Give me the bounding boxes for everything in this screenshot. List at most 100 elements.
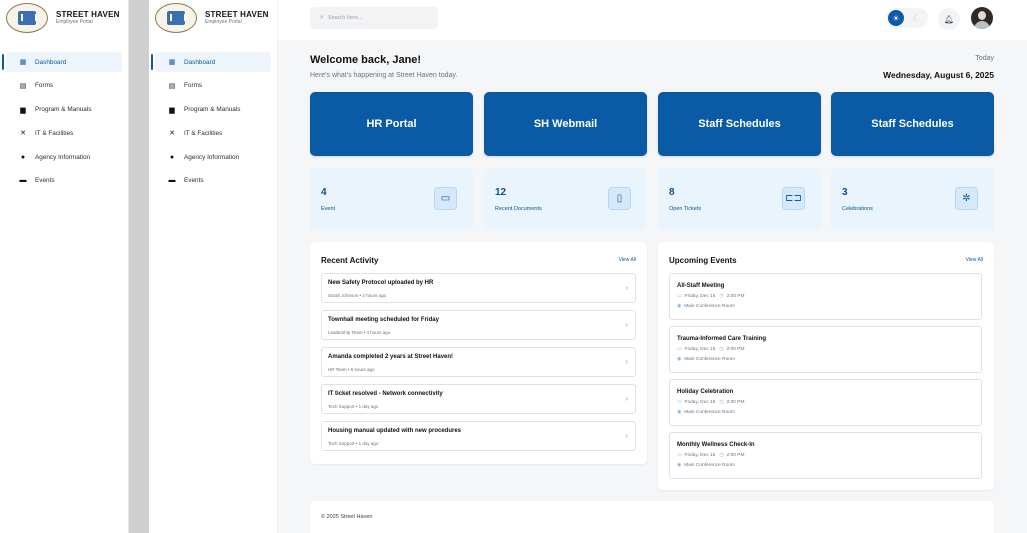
chevron-right-icon: › (625, 357, 628, 366)
stat-card-events[interactable]: 4 Event ▭ (310, 168, 473, 231)
sidebar-item-label: IT & Facilities (184, 129, 223, 137)
welcome-title: Welcome back, Jane! (310, 54, 422, 66)
street-haven-logo (6, 3, 48, 33)
event-title: All-Staff Meeting (677, 283, 725, 289)
document-icon: ▯ (608, 187, 631, 210)
activity-item[interactable]: IT ticket resolved - Network connectivit… (321, 384, 636, 414)
sidebar-item-forms[interactable]: ▤ Forms (6, 76, 122, 96)
brand-subtitle: Employee Portal (56, 19, 93, 26)
chevron-right-icon: › (625, 320, 628, 329)
clock-icon: ◷ (719, 453, 724, 458)
activity-item[interactable]: New Safety Protocol uploaded by HR Sarah… (321, 273, 636, 303)
activity-title: Housing manual updated with new procedur… (328, 428, 462, 434)
chevron-right-icon: › (625, 394, 628, 403)
event-location-row: ◉ Main Conference Room (677, 304, 735, 309)
brand-subtitle: Employee Portal (205, 19, 242, 26)
sidebar-item-dashboard[interactable]: ▦ Dashboard (2, 52, 122, 72)
sidebar-item-agency-information[interactable]: ● Agency Information (6, 147, 122, 167)
sidebar-item-dashboard[interactable]: ▦ Dashboard (151, 52, 271, 72)
activity-meta: Leadership Team • 4 hours ago (328, 330, 391, 335)
quick-link-hr-portal[interactable]: HR Portal (310, 92, 473, 156)
chevron-right-icon: › (625, 283, 628, 292)
info-icon: ● (169, 153, 175, 161)
user-avatar[interactable] (971, 7, 993, 29)
event-title: Monthly Wellness Check-In (677, 442, 755, 448)
info-icon: ● (20, 153, 26, 161)
sidebar-item-label: Program & Manuals (35, 106, 92, 114)
upcoming-events-view-all-link[interactable]: View All (966, 257, 983, 263)
search-icon: ⌕ (320, 14, 324, 21)
dashboard-main: Welcome back, Jane! Here's what's happen… (278, 40, 1027, 533)
event-date: Friday, Dec 15 (684, 294, 716, 299)
sidebar-item-program-manuals[interactable]: ▆ Program & Manuals (6, 100, 122, 120)
activity-item[interactable]: Housing manual updated with new procedur… (321, 421, 636, 451)
sidebar-item-label: Agency Information (35, 153, 91, 161)
stat-card-celebrations[interactable]: 3 Celebrations ✲ (831, 168, 994, 231)
clock-icon: ◷ (719, 294, 724, 299)
event-location: Main Conference Room (684, 304, 735, 309)
stat-label: Celebrations (842, 206, 873, 212)
stat-card-tickets[interactable]: 8 Open Tickets ⊏⊐ (658, 168, 821, 231)
activity-meta: Tech Support • 1 day ago (328, 404, 379, 409)
top-bar: ⌕ Search here... ☀ ☾ 🔔︎ (278, 0, 1027, 40)
moon-icon[interactable]: ☾ (909, 11, 923, 25)
event-time: 2:00 PM (726, 294, 745, 299)
event-location: Main Conference Room (684, 357, 735, 362)
stat-value: 8 (669, 187, 675, 198)
activity-meta: Tech Support • 1 day ago (328, 441, 379, 446)
sun-icon[interactable]: ☀ (888, 10, 904, 26)
activity-title: Amanda completed 2 years at Street Haven… (328, 354, 454, 360)
calendar-icon: ▬ (168, 177, 176, 185)
sidebar-item-agency-information[interactable]: ● Agency Information (155, 147, 271, 167)
sidebar-item-label: Dashboard (184, 58, 216, 66)
calendar-icon: ▬ (19, 177, 27, 185)
sidebar-item-events[interactable]: ▬ Events (6, 171, 122, 191)
sidebar-item-label: Agency Information (184, 153, 240, 161)
tools-icon: ✕ (169, 130, 175, 138)
brand[interactable]: STREET HAVEN Employee Portal (0, 0, 128, 36)
quick-link-sh-webmail[interactable]: SH Webmail (484, 92, 647, 156)
search-input[interactable]: ⌕ Search here... (310, 7, 438, 29)
event-item[interactable]: All-Staff Meeting ▭ Friday, Dec 15 ◷ 2:00 … (669, 273, 982, 320)
clock-icon: ◷ (719, 400, 724, 405)
location-pin-icon: ◉ (677, 304, 682, 309)
recent-activity-title: Recent Activity (321, 256, 379, 265)
quick-link-staff-schedules-2[interactable]: Staff Schedules (831, 92, 994, 156)
sidebar-item-program-manuals[interactable]: ▆ Program & Manuals (155, 100, 271, 120)
sidebar-item-forms[interactable]: ▤ Forms (155, 76, 271, 96)
sidebar-item-it-facilities[interactable]: ✕ IT & Facilities (155, 123, 271, 143)
event-item[interactable]: Monthly Wellness Check-In ▭ Friday, Dec 1… (669, 432, 982, 479)
document-icon: ▆ (20, 106, 26, 114)
stat-label: Event (321, 206, 336, 212)
tools-icon: ✕ (20, 130, 26, 138)
event-time: 2:00 PM (726, 347, 745, 352)
grid-icon: ▦ (19, 59, 27, 66)
activity-item[interactable]: Townhall meeting scheduled for Friday Le… (321, 310, 636, 340)
sidebar-item-label: IT & Facilities (35, 129, 74, 137)
sidebar-item-it-facilities[interactable]: ✕ IT & Facilities (6, 123, 122, 143)
sidebar-item-events[interactable]: ▬ Events (155, 171, 271, 191)
calendar-icon: ▭ (677, 400, 682, 405)
upcoming-events-card: Upcoming Events View All All-Staff Meeti… (658, 242, 994, 490)
stat-value: 12 (495, 187, 507, 198)
upcoming-events-title: Upcoming Events (669, 256, 737, 265)
activity-title: Townhall meeting scheduled for Friday (328, 317, 439, 323)
sidebar-primary: STREET HAVEN Employee Portal ▦ Dashboard… (0, 0, 129, 533)
event-date: Friday, Dec 15 (684, 453, 716, 458)
quick-link-staff-schedules[interactable]: Staff Schedules (658, 92, 821, 156)
brand[interactable]: STREET HAVEN Employee Portal (149, 0, 277, 36)
notification-bell-icon[interactable]: 🔔︎ (938, 8, 960, 30)
event-item[interactable]: Holiday Celebration ▭ Friday, Dec 15 ◷ 2:0… (669, 379, 982, 426)
page-footer: © 2025 Street Haven (310, 501, 994, 533)
event-title: Trauma-Informed Care Training (677, 336, 767, 342)
event-datetime: ▭ Friday, Dec 15 ◷ 2:00 PM (677, 294, 744, 299)
event-item[interactable]: Trauma-Informed Care Training ▭ Friday, D… (669, 326, 982, 373)
street-haven-logo (155, 3, 197, 33)
stat-card-documents[interactable]: 12 Recent Documents ▯ (484, 168, 647, 231)
event-date: Friday, Dec 15 (684, 347, 716, 352)
form-icon: ▤ (168, 82, 176, 90)
calendar-icon: ▭ (677, 294, 682, 299)
theme-toggle[interactable]: ☀ ☾ (886, 8, 928, 28)
activity-item[interactable]: Amanda completed 2 years at Street Haven… (321, 347, 636, 377)
recent-activity-view-all-link[interactable]: View All (619, 257, 636, 263)
